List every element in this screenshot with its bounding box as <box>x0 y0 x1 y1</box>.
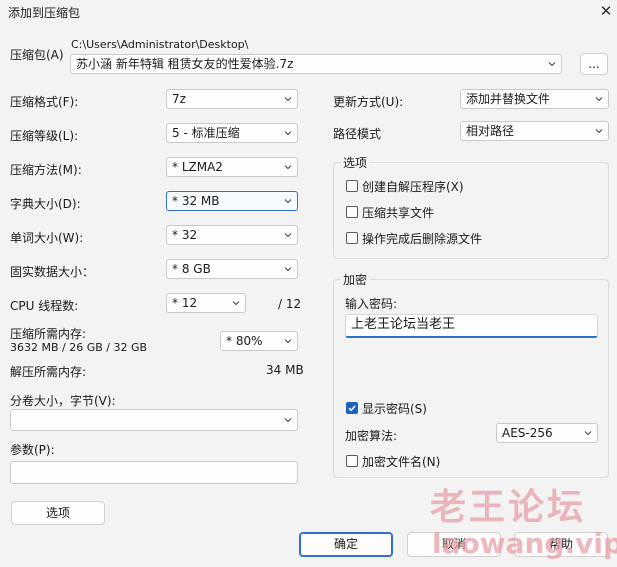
enc-method-value: AES-256 <box>502 426 553 440</box>
pathmode-value: 相对路径 <box>466 124 515 138</box>
archive-name-value: 苏小涵 新年特辑 租赁女友的性爱体验.7z <box>76 57 294 71</box>
encrypt-names-checkbox[interactable] <box>346 455 358 467</box>
encryption-group-title: 加密 <box>341 271 370 288</box>
mem-value: * 80% <box>226 334 263 348</box>
sfx-checkbox[interactable] <box>346 180 358 192</box>
level-combo[interactable]: 5 - 标准压缩 <box>166 123 298 143</box>
chevron-down-icon <box>284 95 292 103</box>
method-combo[interactable]: * LZMA2 <box>166 157 298 177</box>
split-label: 分卷大小，字节(V): <box>10 394 116 408</box>
options-button[interactable]: 选项 <box>11 501 105 525</box>
solid-label: 固实数据大小： <box>10 265 95 279</box>
watermark-url: laowang.vip <box>432 527 617 560</box>
chevron-down-icon <box>284 197 292 205</box>
shared-checkbox[interactable] <box>346 206 358 218</box>
mem-combo[interactable]: * 80% <box>220 331 298 351</box>
format-value: 7z <box>172 92 186 106</box>
cpu-value: * 12 <box>172 296 198 310</box>
chevron-down-icon <box>284 416 292 424</box>
update-label: 更新方式(U): <box>333 95 404 109</box>
update-value: 添加并替换文件 <box>466 92 551 106</box>
params-input[interactable] <box>10 461 298 484</box>
password-label: 输入密码: <box>345 297 398 311</box>
level-value: 5 - 标准压缩 <box>172 126 240 140</box>
password-input[interactable]: 上老王论坛当老王 <box>345 314 598 338</box>
update-combo[interactable]: 添加并替换文件 <box>460 89 609 109</box>
delete-checkbox[interactable] <box>346 232 358 244</box>
mem-label: 压缩所需内存: <box>10 327 87 341</box>
archive-name-combo[interactable]: 苏小涵 新年特辑 租赁女友的性爱体验.7z <box>70 54 562 74</box>
word-value: * 32 <box>172 228 198 242</box>
enc-method-combo[interactable]: AES-256 <box>496 423 598 443</box>
sfx-label: 创建自解压程序(X) <box>362 180 464 194</box>
chevron-down-icon <box>284 163 292 171</box>
show-password-checkbox[interactable] <box>346 402 358 414</box>
archive-path: C:\Users\Administrator\Desktop\ <box>71 38 249 51</box>
split-combo[interactable] <box>10 409 298 431</box>
decomp-label: 解压所需内存: <box>10 365 87 379</box>
add-to-archive-dialog: 添加到压缩包 ✕ 压缩包(A) C:\Users\Administrator\D… <box>0 0 617 567</box>
cpu-label: CPU 线程数: <box>10 299 79 313</box>
chevron-down-icon <box>232 299 240 307</box>
shared-label: 压缩共享文件 <box>362 206 435 220</box>
chevron-down-icon <box>284 265 292 273</box>
chevron-down-icon <box>284 129 292 137</box>
chevron-down-icon <box>595 127 603 135</box>
chevron-down-icon <box>548 60 556 68</box>
dict-combo[interactable]: * 32 MB <box>166 191 298 211</box>
dict-label: 字典大小(D): <box>10 197 81 211</box>
ok-button[interactable]: 确定 <box>299 532 393 557</box>
cpu-combo[interactable]: * 12 <box>166 293 246 313</box>
word-label: 单词大小(W): <box>10 231 84 245</box>
show-password-label: 显示密码(S) <box>362 402 427 416</box>
solid-value: * 8 GB <box>172 262 211 276</box>
level-label: 压缩等级(L): <box>10 129 79 143</box>
window-title: 添加到压缩包 <box>8 6 81 20</box>
pathmode-combo[interactable]: 相对路径 <box>460 121 609 141</box>
decomp-value: 34 MB <box>266 363 304 377</box>
close-icon[interactable]: ✕ <box>598 2 614 20</box>
options-group-title: 选项 <box>341 154 370 171</box>
chevron-down-icon <box>284 231 292 239</box>
delete-label: 操作完成后删除源文件 <box>362 232 483 246</box>
mem-detail: 3632 MB / 26 GB / 32 GB <box>10 341 148 354</box>
params-label: 参数(P): <box>10 443 55 457</box>
pathmode-label: 路径模式 <box>333 127 382 141</box>
browse-button[interactable]: ... <box>580 53 608 75</box>
chevron-down-icon <box>584 429 592 437</box>
format-label: 压缩格式(F): <box>10 95 79 109</box>
encrypt-names-label: 加密文件名(N) <box>362 455 441 469</box>
dict-value: * 32 MB <box>172 194 220 208</box>
cpu-total: / 12 <box>278 297 302 311</box>
enc-method-label: 加密算法: <box>345 429 398 443</box>
method-label: 压缩方法(M): <box>10 163 82 177</box>
word-combo[interactable]: * 32 <box>166 225 298 245</box>
solid-combo[interactable]: * 8 GB <box>166 259 298 279</box>
chevron-down-icon <box>284 337 292 345</box>
checkmark-icon <box>348 405 356 412</box>
method-value: * LZMA2 <box>172 160 223 174</box>
watermark-title: 老王论坛 <box>430 487 587 528</box>
chevron-down-icon <box>595 95 603 103</box>
password-value: 上老王论坛当老王 <box>351 317 456 332</box>
archive-label: 压缩包(A) <box>10 48 64 62</box>
format-combo[interactable]: 7z <box>166 89 298 109</box>
